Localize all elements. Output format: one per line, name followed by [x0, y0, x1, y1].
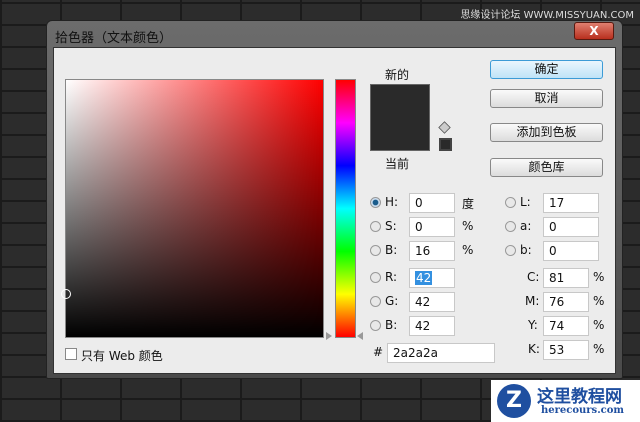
- new-label: 新的: [385, 68, 410, 82]
- k-unit: %: [593, 342, 605, 356]
- s-label: S:: [385, 219, 397, 233]
- color-libraries-button[interactable]: 颜色库: [490, 158, 603, 177]
- close-button[interactable]: X: [574, 22, 614, 40]
- a-label: a:: [520, 219, 532, 233]
- c-input[interactable]: 81: [543, 268, 589, 288]
- logo-url: herecours.com: [541, 405, 625, 416]
- hue-slider-handle-right[interactable]: [357, 332, 363, 340]
- web-only-label: 只有 Web 颜色: [81, 349, 163, 363]
- b-label: B:: [385, 318, 398, 332]
- radio-g[interactable]: [370, 296, 381, 307]
- ok-button[interactable]: 确定: [490, 60, 603, 79]
- web-safe-icon[interactable]: [439, 138, 452, 151]
- c-label: C:: [527, 270, 540, 284]
- radio-b[interactable]: [370, 320, 381, 331]
- hue-slider[interactable]: [335, 79, 356, 338]
- b-input[interactable]: 42: [409, 316, 455, 336]
- color-field-cursor[interactable]: [61, 289, 71, 299]
- brightness-input[interactable]: 16: [409, 241, 455, 261]
- m-input[interactable]: 76: [543, 292, 589, 312]
- logo-name: 这里教程网: [537, 387, 622, 407]
- hex-input[interactable]: 2a2a2a: [387, 343, 495, 363]
- y-label: Y:: [528, 318, 538, 332]
- l-input[interactable]: 17: [543, 193, 599, 213]
- l-label: L:: [520, 195, 531, 209]
- brightness-unit: %: [462, 243, 474, 257]
- radio-s[interactable]: [370, 221, 381, 232]
- brightness-label: B:: [385, 243, 398, 257]
- y-unit: %: [593, 318, 605, 332]
- h-input[interactable]: 0: [409, 193, 455, 213]
- lab-b-label: b:: [520, 243, 532, 257]
- web-only-checkbox[interactable]: [65, 348, 77, 360]
- m-unit: %: [593, 294, 605, 308]
- r-input[interactable]: 42: [409, 268, 455, 288]
- color-picker-dialog: 拾色器（文本颜色） X 新的 当前 确定 取消 添加到色板 颜色库 H: 0 度…: [46, 20, 623, 379]
- hue-slider-handle-left[interactable]: [326, 332, 332, 340]
- site-logo: Z 这里教程网 herecours.com: [491, 380, 640, 422]
- r-label: R:: [385, 270, 398, 284]
- r-value-selected: 42: [415, 271, 433, 285]
- hex-label: #: [373, 345, 384, 359]
- dialog-body: 新的 当前 确定 取消 添加到色板 颜色库 H: 0 度 S: 0 % B: 1…: [53, 47, 616, 374]
- c-unit: %: [593, 270, 605, 284]
- g-input[interactable]: 42: [409, 292, 455, 312]
- lab-b-input[interactable]: 0: [543, 241, 599, 261]
- radio-r[interactable]: [370, 272, 381, 283]
- k-input[interactable]: 53: [543, 340, 589, 360]
- m-label: M:: [525, 294, 540, 308]
- add-to-swatches-button[interactable]: 添加到色板: [490, 123, 603, 142]
- s-unit: %: [462, 219, 474, 233]
- cancel-button[interactable]: 取消: [490, 89, 603, 108]
- current-label: 当前: [385, 157, 410, 171]
- k-label: K:: [528, 342, 540, 356]
- g-label: G:: [385, 294, 399, 308]
- color-field[interactable]: [61, 79, 324, 338]
- dialog-title: 拾色器（文本颜色）: [55, 31, 173, 46]
- h-label: H:: [385, 195, 399, 209]
- h-unit: 度: [462, 197, 475, 211]
- radio-l[interactable]: [505, 197, 516, 208]
- color-swatch-new-current: [370, 84, 430, 151]
- out-of-gamut-cube-icon[interactable]: [438, 121, 451, 134]
- radio-h[interactable]: [370, 197, 381, 208]
- radio-a[interactable]: [505, 221, 516, 232]
- watermark: 思缘设计论坛 WWW.MISSYUAN.COM: [460, 10, 634, 21]
- s-input[interactable]: 0: [409, 217, 455, 237]
- radio-brightness[interactable]: [370, 245, 381, 256]
- a-input[interactable]: 0: [543, 217, 599, 237]
- radio-lab-b[interactable]: [505, 245, 516, 256]
- y-input[interactable]: 74: [543, 316, 589, 336]
